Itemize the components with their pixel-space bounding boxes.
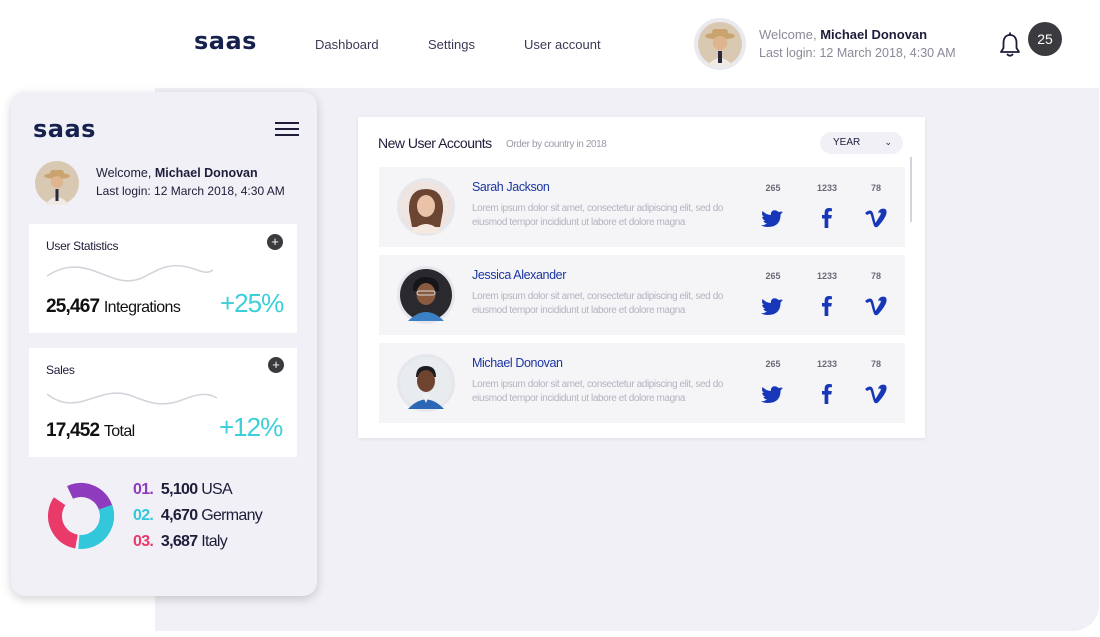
country-name: Germany	[201, 507, 263, 524]
notification-badge[interactable]: 25	[1028, 22, 1062, 56]
country-rank: 02.	[133, 507, 154, 524]
vimeo-count: 78	[870, 271, 881, 281]
user-description: Lorem ipsum dolor sit amet, consectetur …	[472, 291, 724, 316]
user-statistics-value: 25,467 Integrations	[46, 296, 181, 318]
sales-value: 17,452 Total	[46, 420, 135, 442]
year-dropdown[interactable]: YEAR ⌄	[820, 132, 903, 154]
user-statistics-card: User Statistics + 25,467 Integrations +2…	[29, 224, 297, 333]
twitter-icon[interactable]	[753, 205, 793, 229]
facebook-count: 1233	[816, 183, 838, 193]
user-avatar	[397, 178, 455, 236]
facebook-icon[interactable]	[807, 293, 847, 317]
vimeo-icon[interactable]	[856, 293, 896, 317]
sales-title: Sales	[46, 363, 75, 377]
accounts-subtitle: Order by country in 2018	[506, 139, 607, 150]
facebook-count: 1233	[816, 271, 838, 281]
user-statistics-title: User Statistics	[46, 239, 119, 253]
country-rank: 03.	[133, 533, 154, 550]
sales-count: 17,452	[46, 420, 100, 441]
user-row[interactable]: Jessica Alexander Lorem ipsum dolor sit …	[379, 255, 905, 335]
header-welcome: Welcome, Michael Donovan	[759, 27, 927, 42]
chevron-down-icon: ⌄	[884, 137, 892, 147]
new-user-accounts-card: New User Accounts Order by country in 20…	[358, 117, 925, 438]
header-logo[interactable]: saas	[194, 27, 257, 55]
nav-user-account[interactable]: User account	[524, 37, 601, 52]
add-icon[interactable]: +	[268, 357, 284, 373]
sidebar-logo[interactable]: saas	[33, 115, 96, 143]
bell-icon[interactable]	[999, 32, 1021, 58]
vimeo-icon[interactable]	[856, 381, 896, 405]
country-name: Italy	[201, 533, 228, 550]
header-welcome-prefix: Welcome,	[759, 27, 817, 42]
twitter-count: 265	[765, 183, 781, 193]
country-row-germany: 02. 4,670 Germany	[133, 507, 263, 525]
user-row[interactable]: Sarah Jackson Lorem ipsum dolor sit amet…	[379, 167, 905, 247]
accounts-title: New User Accounts	[378, 135, 492, 151]
dashboard: saas Dashboard Settings User account Wel…	[0, 0, 1100, 637]
country-donut-chart	[48, 483, 114, 549]
sidebar-avatar[interactable]	[35, 161, 79, 205]
sales-change: +12%	[219, 412, 283, 442]
facebook-icon[interactable]	[807, 205, 847, 229]
facebook-count: 1233	[816, 359, 838, 369]
country-row-usa: 01. 5,100 USA	[133, 481, 233, 499]
vimeo-count: 78	[870, 183, 881, 193]
user-row[interactable]: Michael Donovan Lorem ipsum dolor sit am…	[379, 343, 905, 423]
sidebar-welcome-prefix: Welcome,	[96, 166, 152, 180]
twitter-count: 265	[765, 359, 781, 369]
twitter-count: 265	[765, 271, 781, 281]
sales-label: Total	[103, 423, 135, 440]
user-statistics-change: +25%	[220, 288, 284, 318]
country-value: 5,100	[160, 481, 198, 498]
add-icon[interactable]: +	[267, 234, 283, 250]
user-avatar	[397, 266, 455, 324]
twitter-icon[interactable]	[753, 381, 793, 405]
nav-settings[interactable]: Settings	[428, 37, 475, 52]
user-description: Lorem ipsum dolor sit amet, consectetur …	[472, 379, 724, 404]
integrations-label: Integrations	[103, 299, 181, 316]
year-dropdown-value: YEAR	[833, 137, 861, 148]
user-name[interactable]: Michael Donovan	[472, 356, 563, 370]
country-value: 3,687	[160, 533, 198, 550]
sidebar-welcome: Welcome, Michael Donovan	[96, 166, 258, 180]
twitter-icon[interactable]	[753, 293, 793, 317]
sidebar-last-login: Last login: 12 March 2018, 4:30 AM	[96, 184, 285, 198]
sales-card: Sales + 17,452 Total +12%	[29, 348, 297, 457]
sparkline	[47, 392, 218, 405]
sparkline	[47, 264, 214, 282]
menu-icon[interactable]	[275, 122, 299, 138]
country-row-italy: 03. 3,687 Italy	[133, 533, 228, 551]
facebook-icon[interactable]	[807, 381, 847, 405]
top-header: saas Dashboard Settings User account Wel…	[0, 0, 1100, 88]
user-name[interactable]: Jessica Alexander	[472, 268, 566, 282]
sidebar-user-name: Michael Donovan	[154, 166, 258, 180]
scrollbar[interactable]	[910, 157, 912, 222]
user-description: Lorem ipsum dolor sit amet, consectetur …	[472, 203, 724, 228]
nav-dashboard[interactable]: Dashboard	[315, 37, 379, 52]
country-rank: 01.	[133, 481, 154, 498]
sidebar: saas Welcome, Michael Donovan Last login…	[11, 92, 317, 596]
header-user-name: Michael Donovan	[820, 27, 928, 42]
vimeo-icon[interactable]	[856, 205, 896, 229]
integrations-count: 25,467	[46, 296, 100, 317]
country-value: 4,670	[160, 507, 198, 524]
user-name[interactable]: Sarah Jackson	[472, 180, 550, 194]
country-name: USA	[201, 481, 233, 498]
header-avatar[interactable]	[694, 18, 746, 70]
user-avatar	[397, 354, 455, 412]
header-last-login: Last login: 12 March 2018, 4:30 AM	[759, 46, 956, 60]
vimeo-count: 78	[870, 359, 881, 369]
